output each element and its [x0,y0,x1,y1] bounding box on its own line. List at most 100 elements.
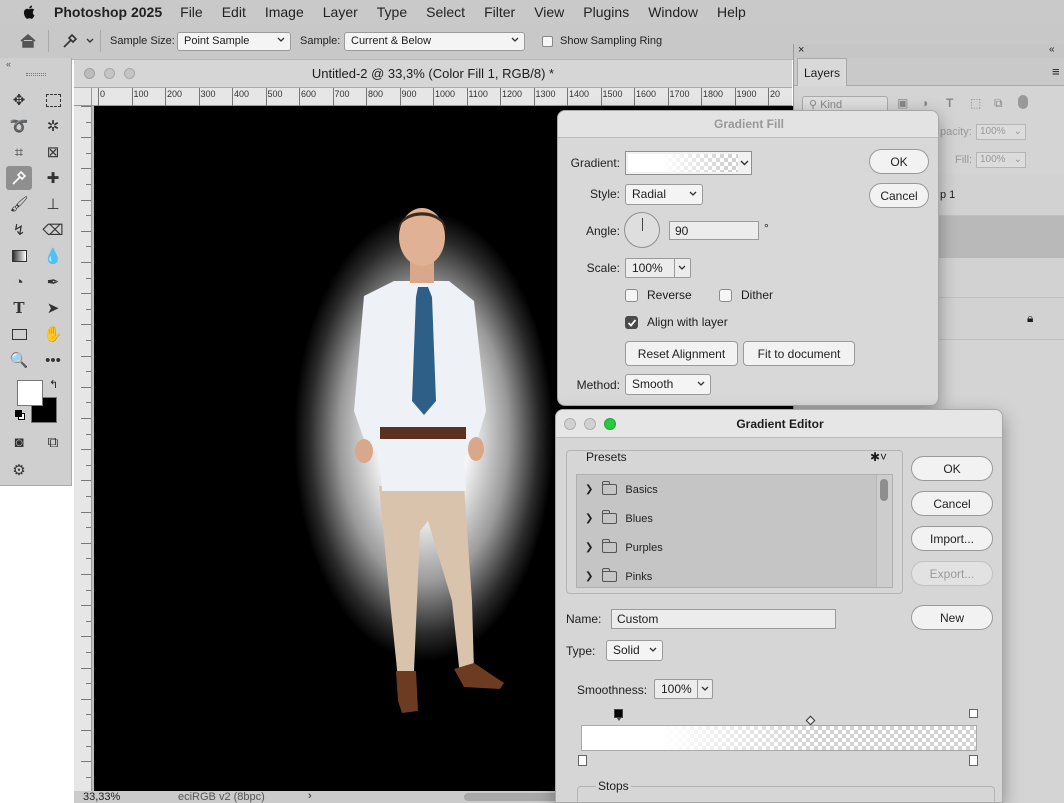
fit-to-document-button[interactable]: Fit to document [743,341,855,366]
cancel-button[interactable]: Cancel [911,491,993,516]
path-selection-icon[interactable]: ➤ [40,296,66,320]
gradient-picker[interactable] [625,151,752,175]
gradient-tool-icon[interactable] [6,244,32,268]
move-tool-icon[interactable]: ✥ [6,88,32,112]
gradient-preview[interactable] [628,154,738,172]
color-stop-left[interactable] [578,755,587,766]
chevron-right-icon[interactable]: ❯ [585,571,593,582]
menu-window[interactable]: Window [648,4,698,20]
default-colors-icon[interactable] [15,410,25,420]
align-with-layer-checkbox[interactable] [625,316,638,329]
preset-folder-pinks[interactable]: ❯ Pinks [577,562,877,591]
dither-checkbox[interactable] [719,289,732,302]
scale-input[interactable]: 100% [625,258,691,278]
preset-folder-basics[interactable]: ❯ Basics [577,475,877,504]
smart-object-filter-icon[interactable]: ⧉ [994,96,1003,111]
color-stop-right[interactable] [969,755,978,766]
sample-size-select[interactable]: Point Sample [177,32,291,51]
stamp-tool-icon[interactable]: ⊥ [40,192,66,216]
horizontal-scrollbar[interactable] [464,793,564,801]
menu-edit[interactable]: Edit [222,4,246,20]
foreground-color-fill[interactable] [17,380,43,406]
method-select[interactable]: Smooth [625,374,711,395]
swap-colors-icon[interactable]: ↰ [49,378,58,391]
rectangle-tool-icon[interactable] [6,322,32,346]
presets-list[interactable]: ❯ Basics ❯ Blues ❯ Purples ❯ Pinks [576,474,893,588]
layers-tab[interactable]: Layers [797,58,847,86]
brush-tool-icon[interactable]: 🖌 [6,192,32,216]
sample-select[interactable]: Current & Below [344,32,525,51]
horizontal-ruler[interactable]: 0 100 200 300 400 500 600 700 800 900 1000 1100 1200… [92,88,792,106]
quick-mask-icon[interactable]: ◙ [6,430,32,454]
zoom-level[interactable]: 33,33% [83,791,120,803]
pen-tool-icon[interactable]: ✒ [40,270,66,294]
magic-wand-icon[interactable]: ✲ [40,114,66,138]
opacity-input[interactable]: 100% ⌄ [976,124,1026,140]
chevron-right-icon[interactable]: › [308,790,312,802]
home-icon[interactable] [19,33,37,49]
preset-folder-purples[interactable]: ❯ Purples [577,533,877,562]
panel-menu-icon[interactable]: ≡ [1052,64,1060,79]
ok-button[interactable]: OK [911,456,993,481]
angle-input[interactable]: 90 [669,221,759,240]
menu-image[interactable]: Image [265,4,304,20]
eyedropper-tool-icon[interactable] [6,166,32,190]
collapse-icon[interactable]: « [6,59,11,69]
angle-dial[interactable] [624,212,660,248]
marquee-tool-icon[interactable] [40,88,66,112]
import-button[interactable]: Import... [911,526,993,551]
hand-tool-icon[interactable]: ✋ [40,322,66,346]
color-profile[interactable]: eciRGB v2 (8bpc) [178,791,265,803]
close-doc-icon[interactable] [84,68,95,79]
chevron-right-icon[interactable]: ❯ [585,484,593,495]
chevron-down-icon[interactable] [740,159,749,167]
opacity-stop-right[interactable] [969,709,979,721]
midpoint-diamond-icon[interactable] [805,715,816,726]
menu-view[interactable]: View [534,4,564,20]
show-sampling-ring-checkbox[interactable] [542,36,553,47]
shape-filter-icon[interactable]: ⬚ [970,96,981,110]
chevron-right-icon[interactable]: ❯ [585,513,593,524]
menu-layer[interactable]: Layer [323,4,358,20]
edit-toolbar-icon[interactable]: ⚙ [6,458,32,482]
type-tool-icon[interactable]: T [6,296,32,320]
zoom-doc-icon[interactable] [124,68,135,79]
lock-icon[interactable]: 🔒︎ [1027,311,1033,326]
lasso-tool-icon[interactable]: ➰ [6,114,32,138]
smoothness-input[interactable]: 100% [654,679,713,699]
menu-file[interactable]: File [180,4,203,20]
reset-alignment-button[interactable]: Reset Alignment [625,341,738,366]
blur-tool-icon[interactable]: 💧 [40,244,66,268]
chevron-right-icon[interactable]: ❯ [585,542,593,553]
style-select[interactable]: Radial [625,184,703,205]
menu-plugins[interactable]: Plugins [583,4,629,20]
grip-icon[interactable] [26,73,46,76]
minimize-doc-icon[interactable] [104,68,115,79]
collapse-panel-icon[interactable]: « [1049,44,1055,55]
presets-gear-icon[interactable]: ✱˅ [870,450,887,464]
cancel-button[interactable]: Cancel [869,183,929,208]
type-filter-icon[interactable]: T [946,96,953,110]
document-tab[interactable]: Untitled-2 @ 33,3% (Color Fill 1, RGB/8)… [74,60,792,88]
adjustment-filter-icon[interactable]: ◑ [921,96,928,110]
history-brush-icon[interactable]: ↯ [6,218,32,242]
opacity-stop-left[interactable] [614,709,624,721]
apple-icon[interactable] [20,4,40,20]
app-name-menu[interactable]: Photoshop 2025 [54,4,162,20]
menu-filter[interactable]: Filter [484,4,515,20]
fill-input[interactable]: 100% ⌄ [976,152,1026,168]
presets-scrollbar[interactable] [876,475,892,587]
menu-help[interactable]: Help [717,4,746,20]
gradient-type-select[interactable]: Solid [606,640,663,661]
chevron-down-icon[interactable] [86,38,94,44]
menu-type[interactable]: Type [377,4,407,20]
close-panel-icon[interactable]: × [798,44,804,56]
eyedropper-preset-icon[interactable] [61,32,79,50]
filter-toggle-icon[interactable] [1018,95,1028,109]
crop-tool-icon[interactable]: ⌗ [6,140,32,164]
scrollbar-thumb[interactable] [880,479,888,501]
zoom-tool-icon[interactable]: 🔍 [6,348,32,372]
gradient-ramp[interactable] [581,725,977,751]
new-button[interactable]: New [911,605,993,630]
ok-button[interactable]: OK [869,149,929,174]
